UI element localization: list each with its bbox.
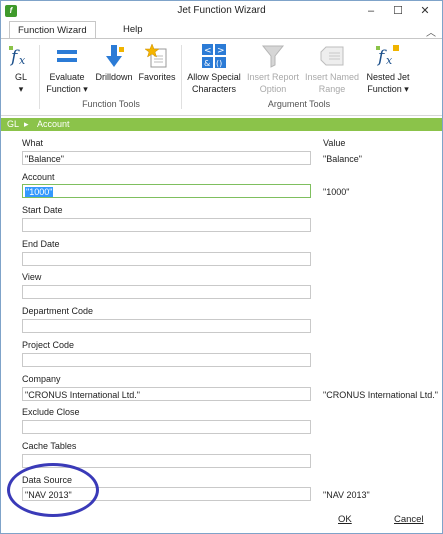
value-column-header: Value	[323, 138, 346, 148]
drilldown-arrow-icon	[101, 43, 127, 69]
project-code-label: Project Code	[22, 340, 75, 350]
svg-text:x: x	[19, 54, 26, 67]
nested-jet-label: Nested Jet	[366, 72, 410, 82]
equals-icon	[54, 43, 80, 69]
drilldown-label: Drilldown	[95, 72, 133, 82]
named-range-tag-icon	[319, 43, 345, 69]
gl-dropdown: ▾	[18, 84, 24, 94]
account-label: Account	[22, 172, 55, 182]
project-code-input[interactable]	[22, 353, 311, 367]
allow-special-sub-label: Characters	[191, 84, 236, 94]
view-label: View	[22, 272, 42, 282]
tab-function-wizard[interactable]: Function Wizard	[9, 21, 96, 39]
ribbon-separator	[39, 45, 40, 109]
ok-button[interactable]: OK	[338, 514, 352, 525]
account-input-selection: "1000"	[25, 187, 54, 197]
data-source-value: "NAV 2013"	[323, 490, 370, 500]
what-input[interactable]: "Balance"	[22, 151, 311, 165]
favorites-label: Favorites	[138, 72, 176, 82]
insert-named-range-button[interactable]: Insert Named Range	[303, 41, 361, 95]
nested-jet-function-button[interactable]: f x Nested Jet Function ▾	[363, 41, 413, 95]
nested-fx-icon: f x	[375, 43, 401, 69]
insert-report-label: Insert Report	[246, 72, 300, 82]
drilldown-button[interactable]: Drilldown	[93, 41, 135, 83]
cache-tables-label: Cache Tables	[22, 441, 77, 451]
svg-text:<: <	[204, 46, 212, 56]
exclude-close-input[interactable]	[22, 420, 311, 434]
close-button[interactable]: ✕	[413, 3, 437, 19]
breadcrumb-current: Account	[37, 119, 70, 129]
gl-button[interactable]: f x GL ▾	[7, 41, 35, 95]
fx-function-icon: f x	[8, 43, 34, 69]
minimize-button[interactable]: –	[359, 3, 383, 19]
tab-help[interactable]: Help	[115, 21, 151, 38]
favorites-star-icon	[144, 43, 170, 69]
svg-text:(): ()	[216, 59, 222, 68]
breadcrumb: GL ▸ Account	[1, 118, 442, 131]
company-value: "CRONUS International Ltd."	[323, 390, 438, 400]
ribbon: f x GL ▾ Evaluate Function ▾ Drilldown F…	[1, 38, 442, 116]
account-input[interactable]: "1000"	[22, 184, 311, 198]
jet-function-wizard-window: f Jet Function Wizard – ☐ ✕ Function Wiz…	[0, 0, 443, 534]
cancel-button[interactable]: Cancel	[394, 514, 424, 525]
collapse-ribbon-icon[interactable]: ︿	[426, 24, 436, 39]
allow-special-characters-button[interactable]: < > & () Allow Special Characters	[185, 41, 243, 95]
allow-special-label: Allow Special	[187, 72, 241, 82]
nested-jet-sub-label: Function ▾	[367, 84, 409, 94]
group-label-argument-tools: Argument Tools	[267, 99, 331, 109]
view-input[interactable]	[22, 285, 311, 299]
special-characters-icon: < > & ()	[201, 43, 227, 69]
svg-text:x: x	[386, 54, 393, 67]
annotation-circle	[7, 463, 99, 517]
svg-text:&: &	[204, 59, 210, 68]
insert-report-option-button[interactable]: Insert Report Option	[245, 41, 301, 95]
department-code-input[interactable]	[22, 319, 311, 333]
title-bar: f Jet Function Wizard – ☐ ✕	[1, 1, 442, 21]
department-code-label: Department Code	[22, 306, 94, 316]
maximize-button[interactable]: ☐	[386, 3, 410, 19]
insert-named-sub-label: Range	[318, 84, 346, 94]
svg-text:>: >	[217, 46, 225, 56]
filter-funnel-icon	[260, 43, 286, 69]
breadcrumb-separator-icon: ▸	[24, 119, 29, 129]
start-date-label: Start Date	[22, 205, 63, 215]
gl-label: GL	[14, 72, 27, 82]
account-value: "1000"	[323, 187, 350, 197]
evaluate-sub-label: Function ▾	[46, 84, 88, 94]
what-value: "Balance"	[323, 154, 362, 164]
ribbon-separator	[181, 45, 182, 109]
ribbon-tabs: Function Wizard Help ︿	[1, 21, 442, 39]
evaluate-function-button[interactable]: Evaluate Function ▾	[43, 41, 91, 95]
exclude-close-label: Exclude Close	[22, 407, 80, 417]
end-date-input[interactable]	[22, 252, 311, 266]
insert-report-sub-label: Option	[259, 84, 287, 94]
start-date-input[interactable]	[22, 218, 311, 232]
group-label-function-tools: Function Tools	[82, 99, 140, 109]
favorites-button[interactable]: Favorites	[137, 41, 177, 83]
evaluate-label: Evaluate	[49, 72, 85, 82]
end-date-label: End Date	[22, 239, 60, 249]
insert-named-label: Insert Named	[304, 72, 360, 82]
what-column-header: What	[22, 138, 44, 148]
company-label: Company	[22, 374, 61, 384]
breadcrumb-root[interactable]: GL	[7, 118, 19, 131]
company-input[interactable]: "CRONUS International Ltd."	[22, 387, 311, 401]
